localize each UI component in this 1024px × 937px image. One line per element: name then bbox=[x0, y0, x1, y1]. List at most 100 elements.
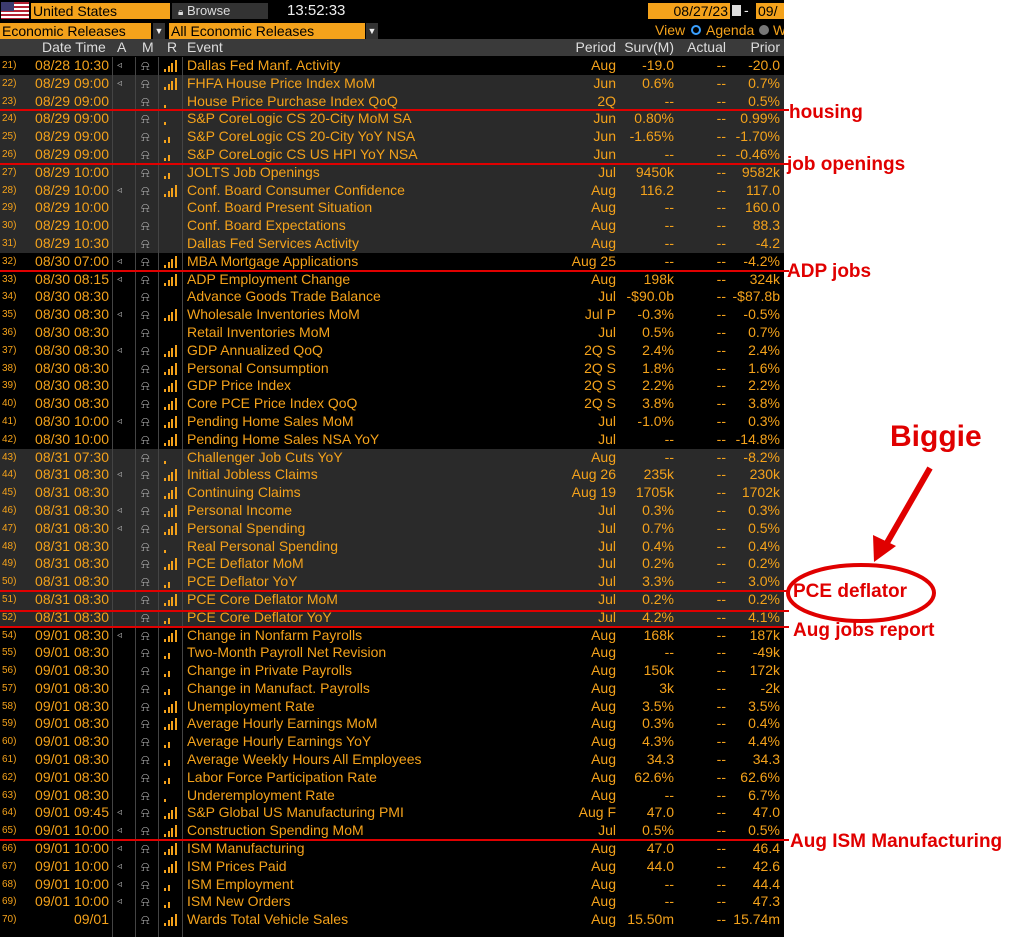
event-name[interactable]: Two-Month Payroll Net Revision bbox=[187, 644, 386, 662]
speaker-icon[interactable]: ◃ bbox=[117, 858, 129, 876]
table-row[interactable]: 48) 08/31 08:30 ⍾ Real Personal Spending Jul… bbox=[0, 537, 784, 556]
table-row[interactable]: 69) 09/01 10:00 ◃ ⍾ ISM New Orders Aug -- -- 47.… bbox=[0, 893, 784, 911]
speaker-icon[interactable]: ◃ bbox=[117, 57, 129, 75]
event-name[interactable]: S&P CoreLogic CS 20-City MoM SA bbox=[187, 110, 412, 128]
bell-icon[interactable]: ⍾ bbox=[141, 466, 153, 484]
table-row[interactable]: 28) 08/29 10:00 ◃ ⍾ Conf. Board Consumer Con… bbox=[0, 181, 784, 200]
col-prior[interactable]: Prior bbox=[750, 39, 780, 56]
event-name[interactable]: PCE Core Deflator MoM bbox=[187, 591, 338, 609]
event-name[interactable]: ISM Employment bbox=[187, 876, 294, 894]
col-period[interactable]: Period bbox=[576, 39, 616, 56]
event-name[interactable]: Core PCE Price Index QoQ bbox=[187, 395, 357, 413]
table-row[interactable]: 36) 08/30 08:30 ⍾ Retail Inventories MoM Jul… bbox=[0, 324, 784, 342]
bell-icon[interactable]: ⍾ bbox=[141, 377, 153, 395]
event-name[interactable]: Change in Nonfarm Payrolls bbox=[187, 627, 362, 645]
col-survey[interactable]: Surv(M) bbox=[624, 39, 674, 56]
table-row[interactable]: 24) 08/29 09:00 ⍾ S&P CoreLogic CS 20-City … bbox=[0, 110, 784, 129]
speaker-icon[interactable]: ◃ bbox=[117, 466, 129, 484]
bell-icon[interactable]: ⍾ bbox=[141, 680, 153, 698]
bell-icon[interactable]: ⍾ bbox=[141, 271, 153, 289]
col-relevance[interactable]: R bbox=[167, 39, 177, 56]
bell-icon[interactable]: ⍾ bbox=[141, 876, 153, 894]
event-name[interactable]: Retail Inventories MoM bbox=[187, 324, 330, 342]
bell-icon[interactable]: ⍾ bbox=[141, 342, 153, 360]
bell-icon[interactable]: ⍾ bbox=[141, 822, 153, 840]
browse-button[interactable]: 🔒︎ Browse bbox=[172, 3, 268, 19]
table-row[interactable]: 33) 08/30 08:15 ◃ ⍾ ADP Employment Change Aug… bbox=[0, 271, 784, 289]
speaker-icon[interactable]: ◃ bbox=[117, 182, 129, 200]
chevron-down-icon[interactable]: ▼ bbox=[366, 23, 378, 39]
col-event[interactable]: Event bbox=[187, 39, 223, 56]
bell-icon[interactable]: ⍾ bbox=[141, 431, 153, 449]
bell-icon[interactable]: ⍾ bbox=[141, 751, 153, 769]
event-name[interactable]: Advance Goods Trade Balance bbox=[187, 288, 381, 306]
table-row[interactable]: 40) 08/30 08:30 ⍾ Core PCE Price Index QoQ 2… bbox=[0, 395, 784, 413]
table-row[interactable]: 29) 08/29 10:00 ⍾ Conf. Board Present Situa… bbox=[0, 199, 784, 218]
bell-icon[interactable]: ⍾ bbox=[141, 128, 153, 146]
table-row[interactable]: 47) 08/31 08:30 ◃ ⍾ Personal Spending Jul 0.7%… bbox=[0, 519, 784, 538]
event-name[interactable]: GDP Price Index bbox=[187, 377, 291, 395]
event-name[interactable]: Continuing Claims bbox=[187, 484, 301, 502]
bell-icon[interactable]: ⍾ bbox=[141, 644, 153, 662]
event-name[interactable]: Challenger Job Cuts YoY bbox=[187, 449, 343, 467]
event-name[interactable]: ISM New Orders bbox=[187, 893, 290, 911]
table-row[interactable]: 22) 08/29 09:00 ◃ ⍾ FHFA House Price Index M… bbox=[0, 74, 784, 93]
table-row[interactable]: 67) 09/01 10:00 ◃ ⍾ ISM Prices Paid Aug 44.0 --… bbox=[0, 858, 784, 876]
bell-icon[interactable]: ⍾ bbox=[141, 110, 153, 128]
bell-icon[interactable]: ⍾ bbox=[141, 288, 153, 306]
bell-icon[interactable]: ⍾ bbox=[141, 449, 153, 467]
event-name[interactable]: Real Personal Spending bbox=[187, 538, 338, 556]
table-row[interactable]: 60) 09/01 08:30 ⍾ Average Hourly Earnings Y… bbox=[0, 733, 784, 751]
speaker-icon[interactable]: ◃ bbox=[117, 840, 129, 858]
view-other-option[interactable]: W bbox=[773, 22, 784, 38]
event-name[interactable]: MBA Mortgage Applications bbox=[187, 253, 358, 271]
speaker-icon[interactable]: ◃ bbox=[117, 520, 129, 538]
event-name[interactable]: Conf. Board Expectations bbox=[187, 217, 346, 235]
country-field[interactable]: United States bbox=[31, 3, 170, 19]
bell-icon[interactable]: ⍾ bbox=[141, 164, 153, 182]
event-name[interactable]: Conf. Board Consumer Confidence bbox=[187, 182, 405, 200]
event-name[interactable]: Wholesale Inventories MoM bbox=[187, 306, 360, 324]
table-row[interactable]: 61) 09/01 08:30 ⍾ Average Weekly Hours All … bbox=[0, 751, 784, 769]
col-monitor[interactable]: M bbox=[142, 39, 154, 56]
bell-icon[interactable]: ⍾ bbox=[141, 182, 153, 200]
event-name[interactable]: Average Hourly Earnings YoY bbox=[187, 733, 371, 751]
bell-icon[interactable]: ⍾ bbox=[141, 840, 153, 858]
col-alert[interactable]: A bbox=[117, 39, 126, 56]
table-row[interactable]: 27) 08/29 10:00 ⍾ JOLTS Job Openings Jul 9450… bbox=[0, 163, 784, 182]
table-row[interactable]: 70) 09/01 ⍾ Wards Total Vehicle Sales Aug 15.… bbox=[0, 911, 784, 929]
bell-icon[interactable]: ⍾ bbox=[141, 627, 153, 645]
bell-icon[interactable]: ⍾ bbox=[141, 360, 153, 378]
bell-icon[interactable]: ⍾ bbox=[141, 217, 153, 235]
end-date-field[interactable]: 09/ bbox=[756, 3, 784, 19]
event-name[interactable]: S&P Global US Manufacturing PMI bbox=[187, 804, 404, 822]
event-name[interactable]: Change in Private Payrolls bbox=[187, 662, 352, 680]
bell-icon[interactable]: ⍾ bbox=[141, 306, 153, 324]
table-row[interactable]: 50) 08/31 08:30 ⍾ PCE Deflator YoY Jul 3.3% --… bbox=[0, 573, 784, 591]
event-name[interactable]: S&P CoreLogic CS 20-City YoY NSA bbox=[187, 128, 415, 146]
speaker-icon[interactable]: ◃ bbox=[117, 306, 129, 324]
table-row[interactable]: 63) 09/01 08:30 ⍾ Underemployment Rate Aug --… bbox=[0, 787, 784, 805]
table-row[interactable]: 23) 08/29 09:00 ⍾ House Price Purchase Inde… bbox=[0, 92, 784, 111]
bell-icon[interactable]: ⍾ bbox=[141, 787, 153, 805]
table-row[interactable]: 68) 09/01 10:00 ◃ ⍾ ISM Employment Aug -- -- 44.… bbox=[0, 876, 784, 894]
bell-icon[interactable]: ⍾ bbox=[141, 502, 153, 520]
table-row[interactable]: 45) 08/31 08:30 ⍾ Continuing Claims Aug 19 17… bbox=[0, 484, 784, 502]
table-row[interactable]: 42) 08/30 10:00 ⍾ Pending Home Sales NSA Yo… bbox=[0, 431, 784, 449]
release-filter-dropdown[interactable]: All Economic Releases bbox=[169, 23, 365, 39]
table-row[interactable]: 38) 08/30 08:30 ⍾ Personal Consumption 2Q S 1… bbox=[0, 360, 784, 378]
table-row[interactable]: 57) 09/01 08:30 ⍾ Change in Manufact. Payro… bbox=[0, 680, 784, 698]
speaker-icon[interactable]: ◃ bbox=[117, 342, 129, 360]
bell-icon[interactable]: ⍾ bbox=[141, 538, 153, 556]
event-name[interactable]: Average Weekly Hours All Employees bbox=[187, 751, 421, 769]
radio-agenda[interactable] bbox=[691, 25, 701, 35]
event-name[interactable]: Dallas Fed Services Activity bbox=[187, 235, 359, 253]
start-date-field[interactable]: 08/27/23 bbox=[648, 3, 730, 19]
bell-icon[interactable]: ⍾ bbox=[141, 555, 153, 573]
event-name[interactable]: ISM Prices Paid bbox=[187, 858, 287, 876]
table-row[interactable]: 43) 08/31 07:30 ⍾ Challenger Job Cuts YoY Au… bbox=[0, 448, 784, 467]
event-name[interactable]: JOLTS Job Openings bbox=[187, 164, 320, 182]
table-row[interactable]: 26) 08/29 09:00 ⍾ S&P CoreLogic CS US HPI Y… bbox=[0, 145, 784, 164]
speaker-icon[interactable]: ◃ bbox=[117, 822, 129, 840]
bell-icon[interactable]: ⍾ bbox=[141, 858, 153, 876]
